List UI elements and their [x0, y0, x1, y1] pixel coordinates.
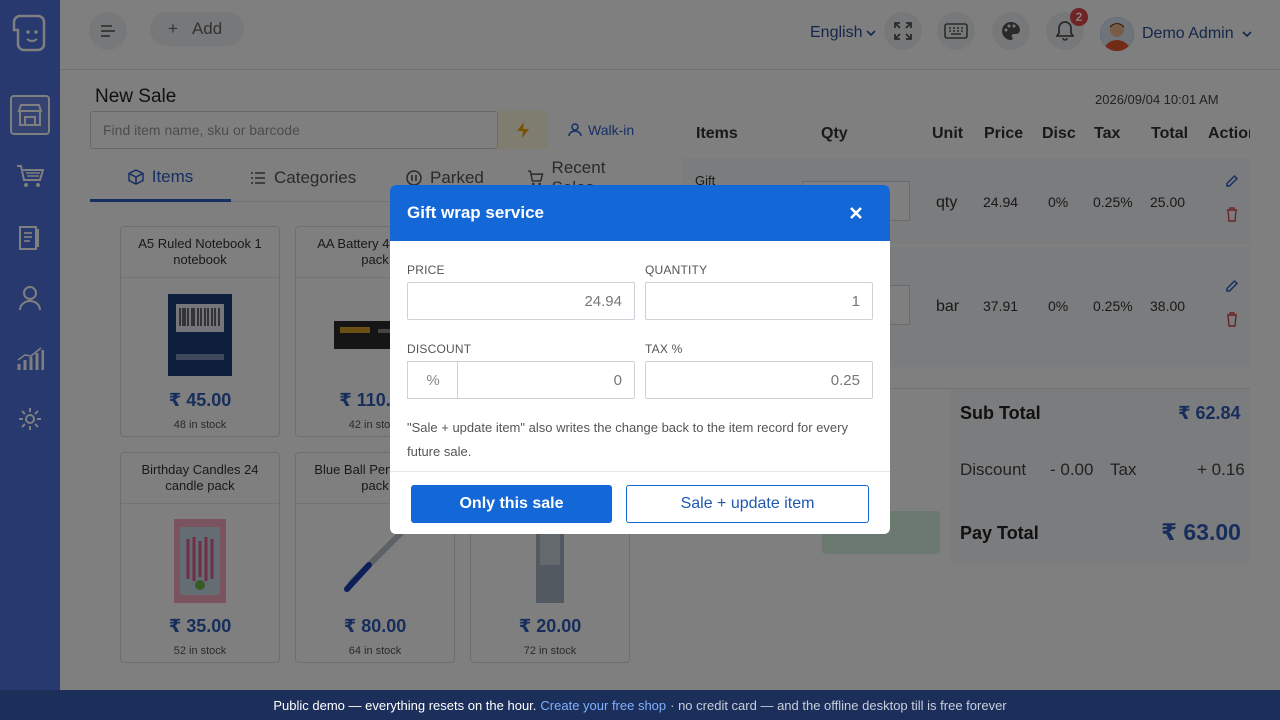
tax-input[interactable]: 0.25: [645, 361, 873, 399]
quantity-input[interactable]: 1: [645, 282, 873, 320]
modal-title: Gift wrap service: [407, 203, 545, 222]
discount-label: DISCOUNT: [407, 342, 472, 356]
tax-label: TAX %: [645, 342, 683, 356]
create-shop-link[interactable]: Create your free shop: [540, 698, 666, 713]
edit-item-modal: Gift wrap service PRICE 24.94 QUANTITY 1…: [390, 185, 890, 534]
close-icon: [850, 207, 862, 219]
discount-input[interactable]: 0: [457, 361, 635, 399]
only-this-sale-button[interactable]: Only this sale: [411, 485, 612, 523]
tax-value: 0.25: [830, 371, 860, 389]
demo-banner: Public demo — everything resets on the h…: [0, 690, 1280, 720]
modal-header: Gift wrap service: [390, 185, 890, 241]
sale-update-item-button[interactable]: Sale + update item: [626, 485, 869, 523]
close-button[interactable]: [846, 203, 866, 223]
price-label: PRICE: [407, 263, 445, 277]
banner-text: · no credit card — and the offline deskt…: [670, 697, 1007, 713]
modal-footer: Only this sale Sale + update item: [390, 471, 890, 534]
quantity-label: QUANTITY: [645, 263, 708, 277]
banner-text: Public demo — everything resets on the h…: [273, 697, 537, 713]
discount-type-toggle[interactable]: %: [407, 361, 458, 399]
discount-type: %: [426, 371, 440, 389]
discount-value: 0: [613, 371, 622, 389]
modal-note: "Sale + update item" also writes the cha…: [407, 420, 848, 459]
price-input[interactable]: 24.94: [407, 282, 635, 320]
quantity-value: 1: [851, 292, 860, 310]
price-value: 24.94: [584, 292, 622, 310]
